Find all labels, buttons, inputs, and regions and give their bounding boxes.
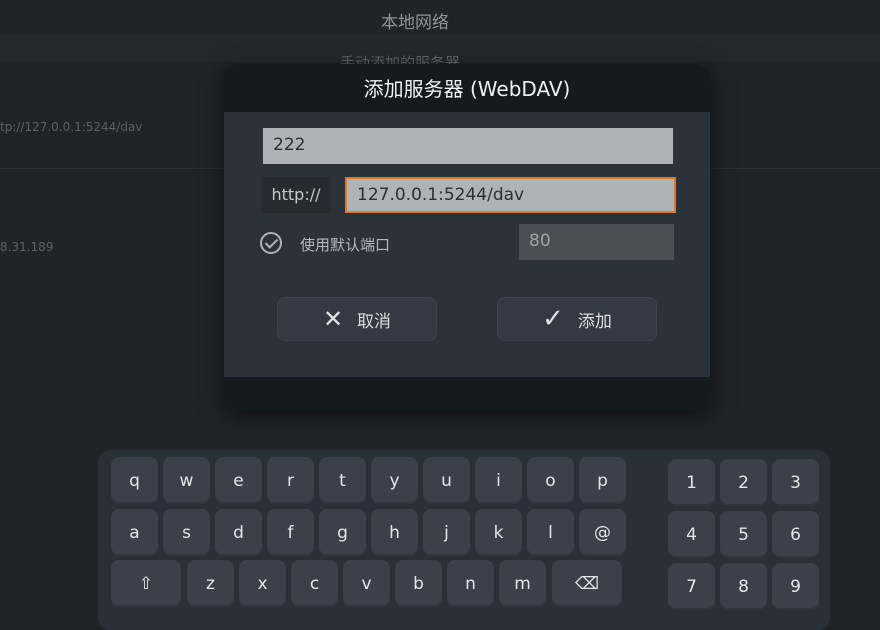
key-p[interactable]: p [579, 457, 626, 504]
key-c[interactable]: c [291, 560, 338, 607]
server-list-item[interactable]: 8.31.189 [0, 240, 53, 254]
key-h[interactable]: h [371, 509, 418, 556]
dialog-footer [224, 377, 710, 410]
key-x[interactable]: x [239, 560, 286, 607]
key-6[interactable]: 6 [772, 511, 819, 558]
key-5[interactable]: 5 [720, 511, 767, 558]
key-r[interactable]: r [267, 457, 314, 504]
key-t[interactable]: t [319, 457, 366, 504]
key-l[interactable]: l [527, 509, 574, 556]
key-u[interactable]: u [423, 457, 470, 504]
on-screen-keyboard: q w e r t y u i o p a s d f g h j k l @ … [98, 450, 830, 630]
key-z[interactable]: z [187, 560, 234, 607]
check-icon: ✓ [542, 304, 564, 334]
key-4[interactable]: 4 [668, 511, 715, 558]
key-9[interactable]: 9 [772, 563, 819, 610]
key-n[interactable]: n [447, 560, 494, 607]
key-k[interactable]: k [475, 509, 522, 556]
add-button[interactable]: ✓ 添加 [497, 297, 657, 341]
key-7[interactable]: 7 [668, 563, 715, 610]
key-2[interactable]: 2 [720, 459, 767, 506]
checkmark-circle-icon[interactable] [260, 232, 282, 254]
cancel-button[interactable]: ✕ 取消 [277, 297, 437, 341]
key-e[interactable]: e [215, 457, 262, 504]
key-q[interactable]: q [111, 457, 158, 504]
key-s[interactable]: s [163, 509, 210, 556]
key-v[interactable]: v [343, 560, 390, 607]
key-8[interactable]: 8 [720, 563, 767, 610]
cancel-button-label: 取消 [357, 311, 392, 332]
key-a[interactable]: a [111, 509, 158, 556]
key-o[interactable]: o [527, 457, 574, 504]
shift-icon[interactable]: ⇧ [111, 560, 181, 607]
page-title: 本地网络 [381, 13, 449, 33]
key-d[interactable]: d [215, 509, 262, 556]
add-button-label: 添加 [577, 311, 612, 332]
key-j[interactable]: j [423, 509, 470, 556]
close-icon: ✕ [322, 305, 344, 333]
key-f[interactable]: f [267, 509, 314, 556]
use-default-port-label[interactable]: 使用默认端口 [300, 234, 390, 255]
key-1[interactable]: 1 [668, 459, 715, 506]
server-list-item[interactable]: tp://127.0.0.1:5244/dav [0, 120, 142, 134]
key-m[interactable]: m [499, 560, 546, 607]
key-y[interactable]: y [371, 457, 418, 504]
key-i[interactable]: i [475, 457, 522, 504]
key-b[interactable]: b [395, 560, 442, 607]
key-g[interactable]: g [319, 509, 366, 556]
port-input[interactable]: 80 [519, 224, 674, 260]
scheme-selector[interactable]: http:// [261, 177, 331, 213]
key-3[interactable]: 3 [772, 459, 819, 506]
add-server-dialog: 添加服务器 (WebDAV) 222 http:// 127.0.0.1:524… [224, 64, 710, 410]
server-url-input[interactable]: 127.0.0.1:5244/dav [345, 177, 676, 213]
backspace-icon[interactable]: ⌫ [552, 560, 622, 607]
key-w[interactable]: w [163, 457, 210, 504]
dialog-title: 添加服务器 (WebDAV) [224, 64, 710, 112]
server-name-input[interactable]: 222 [263, 128, 673, 164]
key-at[interactable]: @ [579, 509, 626, 556]
